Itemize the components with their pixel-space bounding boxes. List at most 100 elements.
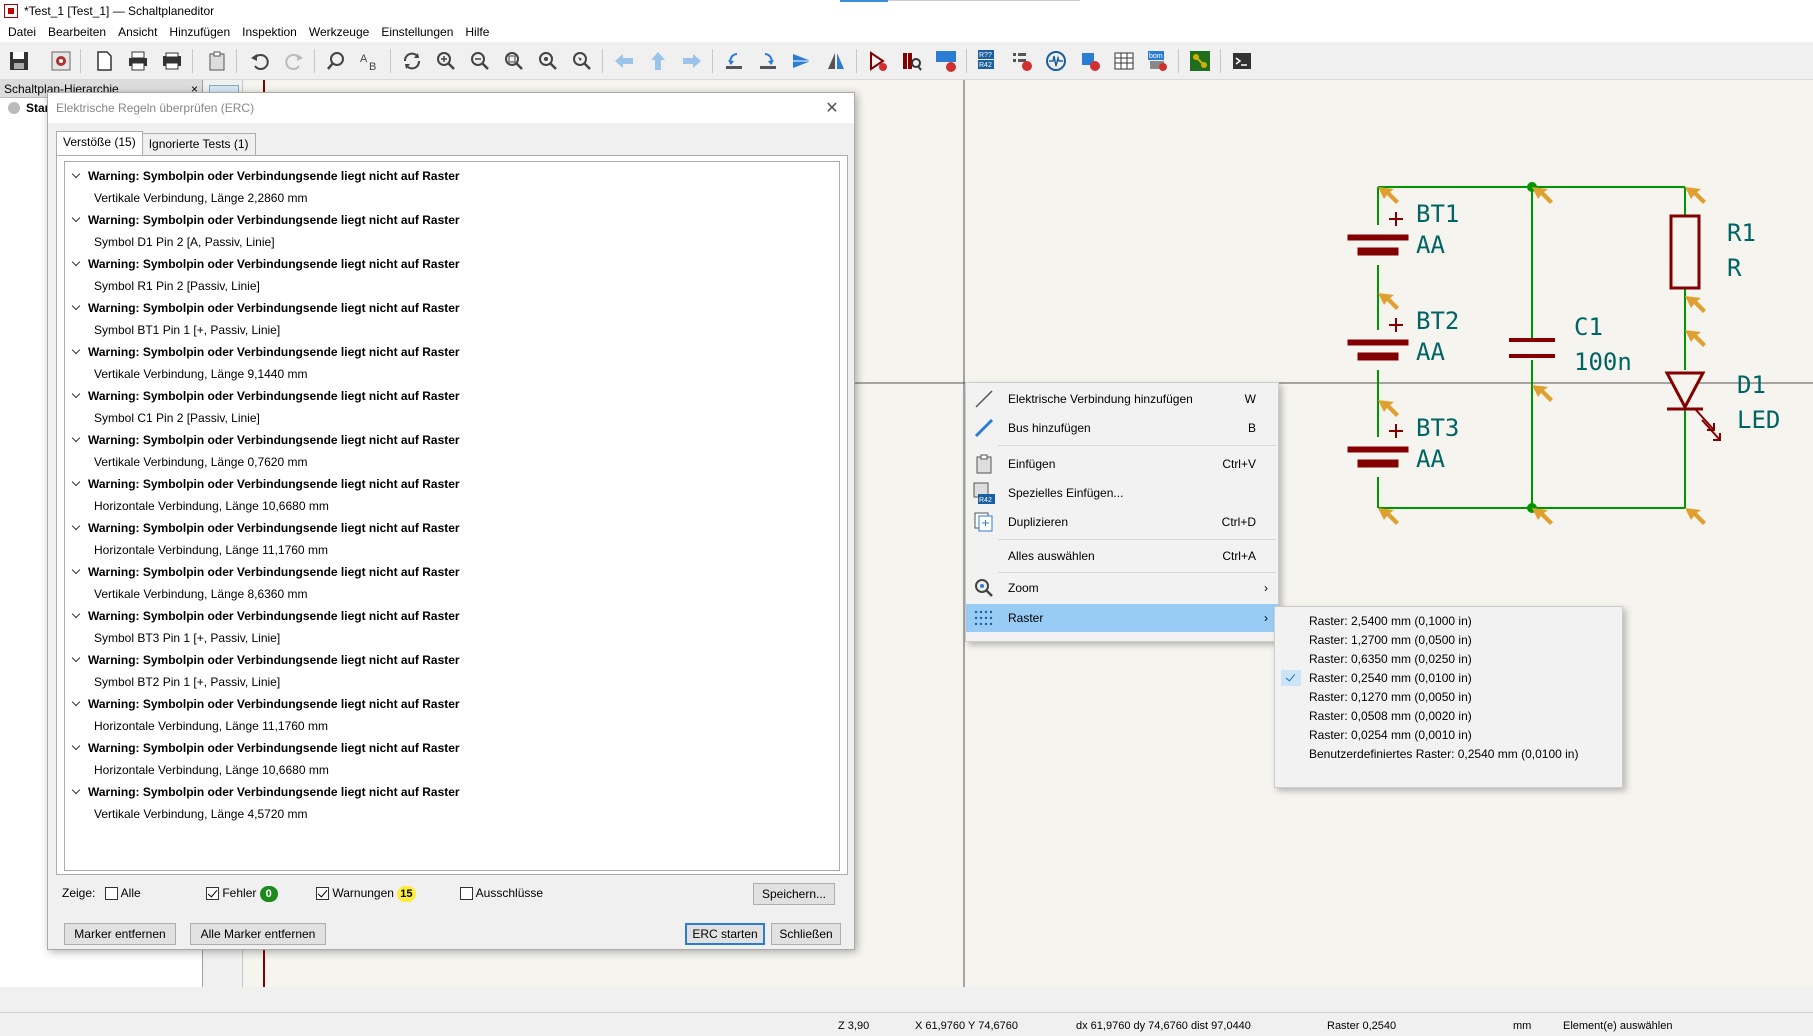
violation-detail[interactable]: Horizontale Verbindung, Länge 11,1760 mm [65, 539, 839, 561]
bom-icon[interactable]: bom [1144, 47, 1172, 75]
violation-detail[interactable]: Symbol BT2 Pin 1 [+, Passiv, Linie] [65, 671, 839, 693]
simulator-icon[interactable] [1008, 47, 1036, 75]
tab-violations[interactable]: Verstöße (15) [56, 131, 143, 155]
violation-detail[interactable]: Symbol C1 Pin 2 [Passiv, Linie] [65, 407, 839, 429]
symbol-browser-icon[interactable] [898, 47, 926, 75]
menu-einstellungen[interactable]: Einstellungen [375, 25, 459, 39]
list-item[interactable]: Warning: Symbolpin oder Verbindungsende … [65, 649, 839, 693]
list-item[interactable]: Warning: Symbolpin oder Verbindungsende … [65, 781, 839, 825]
chevron-down-icon[interactable] [71, 787, 81, 797]
menu-inspektion[interactable]: Inspektion [236, 25, 303, 39]
checkbox-exclusions[interactable] [460, 887, 473, 901]
violation-warning[interactable]: Warning: Symbolpin oder Verbindungsende … [65, 737, 839, 759]
list-item[interactable]: Warning: Symbolpin oder Verbindungsende … [65, 253, 839, 297]
list-item[interactable]: Warning: Symbolpin oder Verbindungsende … [65, 473, 839, 517]
chevron-down-icon[interactable] [71, 259, 81, 269]
filter-errors[interactable]: Fehler 0 [206, 886, 278, 902]
redo-icon[interactable] [280, 47, 308, 75]
violation-warning[interactable]: Warning: Symbolpin oder Verbindungsende … [65, 165, 839, 187]
list-item[interactable]: Warning: Symbolpin oder Verbindungsende … [65, 737, 839, 781]
remove-all-markers-button[interactable]: Alle Marker entfernen [190, 923, 326, 945]
violation-detail[interactable]: Horizontale Verbindung, Länge 11,1760 mm [65, 715, 839, 737]
menu-item-add-bus[interactable]: Bus hinzufügen B [966, 414, 1278, 442]
paste-icon[interactable] [203, 47, 231, 75]
violation-detail[interactable]: Symbol BT1 Pin 1 [+, Passiv, Linie] [65, 319, 839, 341]
menu-datei[interactable]: Datei [2, 25, 42, 39]
filter-exclusions[interactable]: Ausschlüsse [460, 886, 543, 901]
list-item[interactable]: Warning: Symbolpin oder Verbindungsende … [65, 341, 839, 385]
violation-detail[interactable]: Vertikale Verbindung, Länge 0,7620 mm [65, 451, 839, 473]
chevron-down-icon[interactable] [71, 699, 81, 709]
violation-detail[interactable]: Horizontale Verbindung, Länge 10,6680 mm [65, 759, 839, 781]
violation-warning[interactable]: Warning: Symbolpin oder Verbindungsende … [65, 649, 839, 671]
violation-warning[interactable]: Warning: Symbolpin oder Verbindungsende … [65, 253, 839, 275]
violation-detail[interactable]: Symbol BT3 Pin 1 [+, Passiv, Linie] [65, 627, 839, 649]
list-item[interactable]: Warning: Symbolpin oder Verbindungsende … [65, 605, 839, 649]
violation-warning[interactable]: Warning: Symbolpin oder Verbindungsende … [65, 385, 839, 407]
find-replace-icon[interactable]: AB [356, 47, 384, 75]
violation-warning[interactable]: Warning: Symbolpin oder Verbindungsende … [65, 605, 839, 627]
rotate-ccw-icon[interactable] [720, 47, 748, 75]
scripting-console-icon[interactable] [1228, 47, 1256, 75]
checkbox-warnings[interactable] [316, 887, 329, 901]
violation-detail[interactable]: Vertikale Verbindung, Länge 2,2860 mm [65, 187, 839, 209]
refresh-icon[interactable] [398, 47, 426, 75]
violation-detail[interactable]: Symbol D1 Pin 2 [A, Passiv, Linie] [65, 231, 839, 253]
violation-warning[interactable]: Warning: Symbolpin oder Verbindungsende … [65, 473, 839, 495]
zoom-out-icon[interactable] [466, 47, 494, 75]
menu-ansicht[interactable]: Ansicht [112, 25, 163, 39]
violation-warning[interactable]: Warning: Symbolpin oder Verbindungsende … [65, 693, 839, 715]
list-item[interactable]: Warning: Symbolpin oder Verbindungsende … [65, 165, 839, 209]
chevron-down-icon[interactable] [71, 171, 81, 181]
violation-detail[interactable]: Vertikale Verbindung, Länge 9,1440 mm [65, 363, 839, 385]
menu-item-add-wire[interactable]: Elektrische Verbindung hinzufügen W [966, 385, 1278, 413]
menu-item-zoom[interactable]: Zoom › [966, 574, 1278, 602]
assign-footprints-icon[interactable] [1042, 47, 1070, 75]
list-item[interactable]: Warning: Symbolpin oder Verbindungsende … [65, 297, 839, 341]
arrow-up-icon[interactable] [644, 47, 672, 75]
menu-item-select-all[interactable]: Alles auswählen Ctrl+A [966, 542, 1278, 570]
arrow-left-icon[interactable] [610, 47, 638, 75]
checkbox-all[interactable] [105, 887, 118, 901]
violation-warning[interactable]: Warning: Symbolpin oder Verbindungsende … [65, 297, 839, 319]
pcb-editor-icon[interactable] [1186, 47, 1214, 75]
list-item[interactable]: Warning: Symbolpin oder Verbindungsende … [65, 517, 839, 561]
close-button[interactable]: Schließen [771, 923, 841, 945]
close-icon[interactable]: ✕ [820, 98, 844, 118]
erc-violation-list[interactable]: Warning: Symbolpin oder Verbindungsende … [64, 161, 840, 871]
violation-warning[interactable]: Warning: Symbolpin oder Verbindungsende … [65, 517, 839, 539]
zoom-in-icon[interactable] [432, 47, 460, 75]
remove-marker-button[interactable]: Marker entfernen [64, 923, 176, 945]
print-icon[interactable] [124, 47, 152, 75]
list-item[interactable]: Warning: Symbolpin oder Verbindungsende … [65, 385, 839, 429]
chevron-down-icon[interactable] [71, 391, 81, 401]
menu-bearbeiten[interactable]: Bearbeiten [42, 25, 112, 39]
chevron-down-icon[interactable] [71, 215, 81, 225]
chevron-down-icon[interactable] [71, 567, 81, 577]
violation-warning[interactable]: Warning: Symbolpin oder Verbindungsende … [65, 341, 839, 363]
chevron-down-icon[interactable] [71, 479, 81, 489]
violation-detail[interactable]: Vertikale Verbindung, Länge 8,6360 mm [65, 583, 839, 605]
violation-detail[interactable]: Symbol R1 Pin 2 [Passiv, Linie] [65, 275, 839, 297]
chevron-down-icon[interactable] [71, 523, 81, 533]
filter-all[interactable]: Alle [105, 886, 141, 901]
chevron-down-icon[interactable] [71, 655, 81, 665]
find-icon[interactable] [322, 47, 350, 75]
violation-warning[interactable]: Warning: Symbolpin oder Verbindungsende … [65, 781, 839, 803]
zoom-fit-icon[interactable] [500, 47, 528, 75]
save-icon[interactable] [5, 47, 33, 75]
menu-item-duplicate[interactable]: Duplizieren Ctrl+D [966, 508, 1278, 536]
list-item[interactable]: Warning: Symbolpin oder Verbindungsende … [65, 209, 839, 253]
menu-item-paste-special[interactable]: R42 Spezielles Einfügen... [966, 479, 1278, 507]
chevron-down-icon[interactable] [71, 743, 81, 753]
checkbox-errors[interactable] [206, 887, 219, 901]
run-erc-button[interactable]: ERC starten [685, 923, 765, 945]
list-item[interactable]: Warning: Symbolpin oder Verbindungsende … [65, 693, 839, 737]
violation-detail[interactable]: Horizontale Verbindung, Länge 10,6680 mm [65, 495, 839, 517]
tab-ignored-tests[interactable]: Ignorierte Tests (1) [141, 133, 256, 155]
bom-table-icon[interactable] [1110, 47, 1138, 75]
plot-icon[interactable] [158, 47, 186, 75]
menu-hinzufuegen[interactable]: Hinzufügen [163, 25, 236, 39]
menu-item-paste[interactable]: Einfügen Ctrl+V [966, 450, 1278, 478]
schematic-setup-icon[interactable] [47, 47, 75, 75]
